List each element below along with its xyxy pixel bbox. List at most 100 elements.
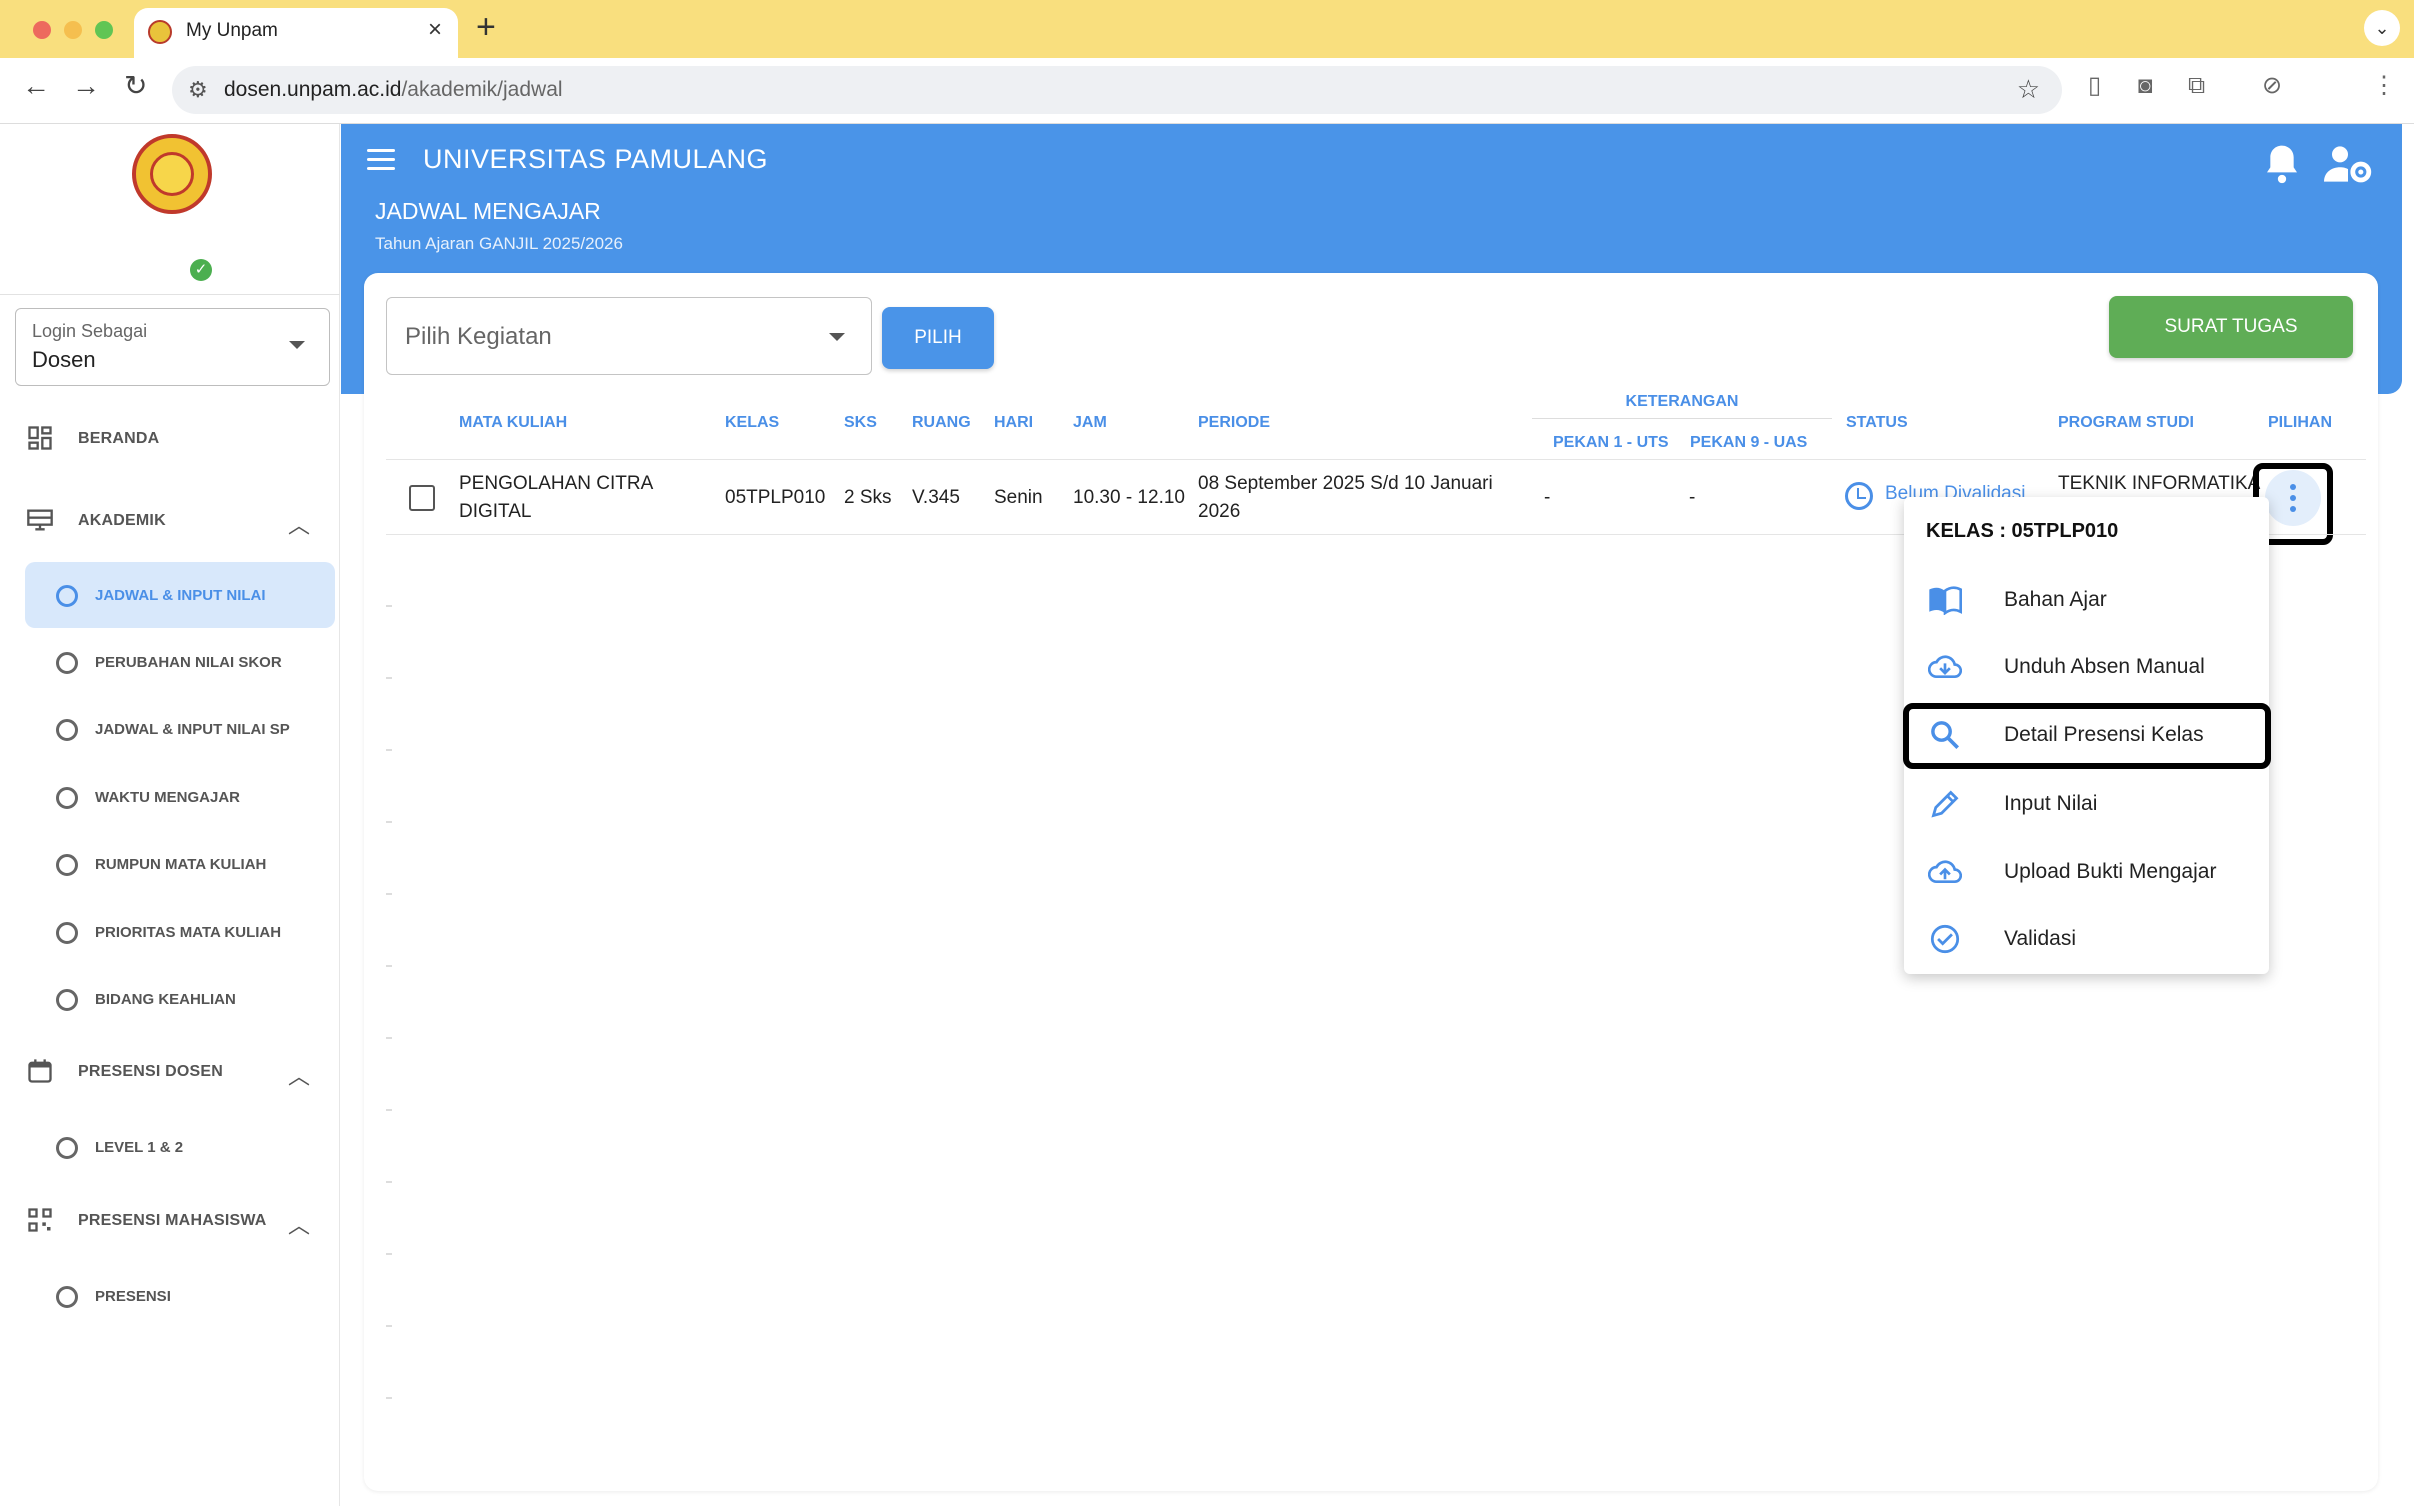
sidebar-item-presensi-mahasiswa[interactable]: PRESENSI MAHASISWA ︿ (0, 1192, 340, 1248)
row-checkbox[interactable] (409, 485, 435, 511)
sidebar-item-jadwal-input-nilai[interactable]: JADWAL & INPUT NILAI (25, 562, 335, 628)
forward-arrow-icon[interactable]: → (72, 72, 100, 100)
column-header-pekan-uts[interactable]: PEKAN 1 - UTS (1553, 434, 1669, 452)
sidebar-item-label: PRESENSI (95, 1288, 171, 1305)
menu-item-bahan-ajar[interactable]: Bahan Ajar (1904, 567, 2269, 633)
empty-row-marker (386, 1325, 392, 1327)
column-header-jam[interactable]: JAM (1073, 414, 1107, 432)
radio-circle-icon (56, 787, 78, 809)
kegiatan-select-placeholder: Pilih Kegiatan (405, 323, 552, 350)
radio-circle-icon (56, 585, 78, 607)
highlight-detail-presensi-box (1903, 703, 2271, 769)
unpam-logo (132, 134, 212, 214)
radio-circle-icon (56, 989, 78, 1011)
sidebar-item-presensi-dosen[interactable]: PRESENSI DOSEN ︿ (0, 1043, 340, 1099)
radio-circle-icon (56, 922, 78, 944)
radio-circle-icon (56, 1286, 78, 1308)
sidebar-item-beranda[interactable]: BERANDA (0, 410, 340, 466)
login-role-select[interactable]: Login Sebagai Dosen (15, 308, 330, 386)
menu-item-unduh-absen-manual[interactable]: Unduh Absen Manual (1904, 634, 2269, 700)
column-header-mata-kuliah[interactable]: MATA KULIAH (459, 414, 567, 432)
new-tab-icon[interactable]: + (476, 10, 496, 44)
chevron-up-icon[interactable]: ︿ (288, 1208, 310, 1240)
hamburger-menu-icon[interactable] (367, 149, 395, 176)
column-header-pilihan: PILIHAN (2268, 414, 2332, 431)
tab-search-chevron-icon[interactable]: ⌄ (2364, 10, 2400, 46)
chevron-up-icon[interactable]: ︿ (288, 508, 310, 540)
omnibox[interactable]: ⚙ dosen.unpam.ac.id/akademik/jadwal ☆ (172, 66, 2062, 114)
window-close-button[interactable] (33, 21, 51, 39)
radio-circle-icon (56, 1137, 78, 1159)
column-header-ruang[interactable]: RUANG (912, 414, 971, 432)
performance-icon[interactable]: ⊘ (2262, 74, 2282, 98)
cell-hari: Senin (994, 487, 1043, 508)
surat-tugas-button[interactable]: SURAT TUGAS (2109, 296, 2353, 358)
sidebar-item-akademik[interactable]: AKADEMIK ︿ (0, 492, 340, 548)
column-header-kelas[interactable]: KELAS (725, 414, 779, 432)
sidebar-item-label: PRESENSI MAHASISWA (78, 1212, 267, 1229)
sidebar-divider (0, 294, 340, 295)
menu-item-label: Unduh Absen Manual (2004, 655, 2205, 678)
radio-circle-icon (56, 652, 78, 674)
pencil-icon (1931, 790, 1959, 818)
sidebar-item-prioritas-mata-kuliah[interactable]: PRIORITAS MATA KULIAH (25, 899, 335, 965)
camera-icon[interactable]: ◙ (2138, 74, 2153, 98)
column-header-status[interactable]: STATUS (1846, 414, 1908, 432)
chevron-up-icon[interactable]: ︿ (288, 1059, 310, 1091)
site-info-icon[interactable]: ⚙ (188, 77, 208, 103)
window-zoom-button[interactable] (95, 21, 113, 39)
radio-circle-icon (56, 719, 78, 741)
sidebar-item-label: AKADEMIK (78, 512, 166, 529)
column-header-hari[interactable]: HARI (994, 414, 1033, 432)
pilih-button[interactable]: PILIH (882, 307, 994, 369)
back-arrow-icon[interactable]: ← (22, 72, 50, 100)
sidebar-item-label: JADWAL & INPUT NILAI (95, 587, 266, 604)
browser-tab-strip: My Unpam × + ⌄ (0, 0, 2414, 58)
empty-row-marker (386, 749, 392, 751)
verified-check-icon: ✓ (190, 259, 212, 281)
window-minimize-button[interactable] (64, 21, 82, 39)
column-header-pekan-uas[interactable]: PEKAN 9 - UAS (1690, 434, 1807, 452)
menu-item-input-nilai[interactable]: Input Nilai (1904, 771, 2269, 837)
kegiatan-select[interactable]: Pilih Kegiatan (386, 297, 872, 375)
calendar-icon (28, 1059, 52, 1083)
menu-item-label: Input Nilai (2004, 792, 2098, 815)
sidebar-item-jadwal-input-nilai-sp[interactable]: JADWAL & INPUT NILAI SP (25, 696, 335, 762)
column-header-keterangan: KETERANGAN (1625, 393, 1739, 410)
menu-item-validasi[interactable]: Validasi (1904, 906, 2269, 972)
bookmark-star-icon[interactable]: ☆ (2017, 74, 2040, 105)
browser-menu-icon[interactable]: ⋮ (2372, 74, 2396, 98)
cell-pekan-uas: - (1689, 487, 1696, 508)
sidebar-item-level-1-2[interactable]: LEVEL 1 & 2 (25, 1114, 335, 1180)
menu-item-upload-bukti-mengajar[interactable]: Upload Bukti Mengajar (1904, 839, 2269, 905)
cell-pekan-uts: - (1544, 487, 1551, 508)
sidebar-item-rumpun-mata-kuliah[interactable]: RUMPUN MATA KULIAH (25, 831, 335, 897)
dashboard-icon (28, 426, 52, 450)
reload-icon[interactable]: ↻ (124, 72, 147, 100)
empty-row-marker (386, 1037, 392, 1039)
column-header-sks[interactable]: SKS (844, 414, 877, 432)
cell-periode: 08 September 2025 S/d 10 Januari 2026 (1198, 473, 1493, 522)
sidebar-item-perubahan-nilai-skor[interactable]: PERUBAHAN NILAI SKOR (25, 629, 335, 695)
extensions-puzzle-icon[interactable]: ⧉ (2188, 74, 2205, 98)
sidebar-item-waktu-mengajar[interactable]: WAKTU MENGAJAR (25, 764, 335, 830)
keterangan-divider (1532, 418, 1832, 419)
extension-document-icon[interactable]: ▯ (2088, 74, 2101, 98)
column-header-program-studi[interactable]: PROGRAM STUDI (2058, 414, 2194, 432)
tab-close-icon[interactable]: × (428, 16, 442, 44)
notification-bell-icon[interactable] (2262, 142, 2302, 186)
empty-row-marker (386, 1109, 392, 1111)
sidebar-item-label: PERUBAHAN NILAI SKOR (95, 654, 282, 671)
dropdown-caret-icon (829, 333, 845, 341)
sidebar-item-presensi[interactable]: PRESENSI (25, 1263, 335, 1329)
user-settings-icon[interactable] (2324, 142, 2372, 186)
cell-kelas: 05TPLP010 (725, 487, 826, 508)
empty-row-marker (386, 677, 392, 679)
login-role-value: Dosen (32, 347, 96, 372)
clock-icon (1845, 482, 1873, 510)
menu-item-label: Bahan Ajar (2004, 588, 2107, 611)
browser-tab[interactable]: My Unpam × (134, 8, 458, 58)
sidebar-item-bidang-keahlian[interactable]: BIDANG KEAHLIAN (25, 966, 335, 1032)
monitor-icon (27, 509, 53, 531)
column-header-periode[interactable]: PERIODE (1198, 414, 1270, 432)
